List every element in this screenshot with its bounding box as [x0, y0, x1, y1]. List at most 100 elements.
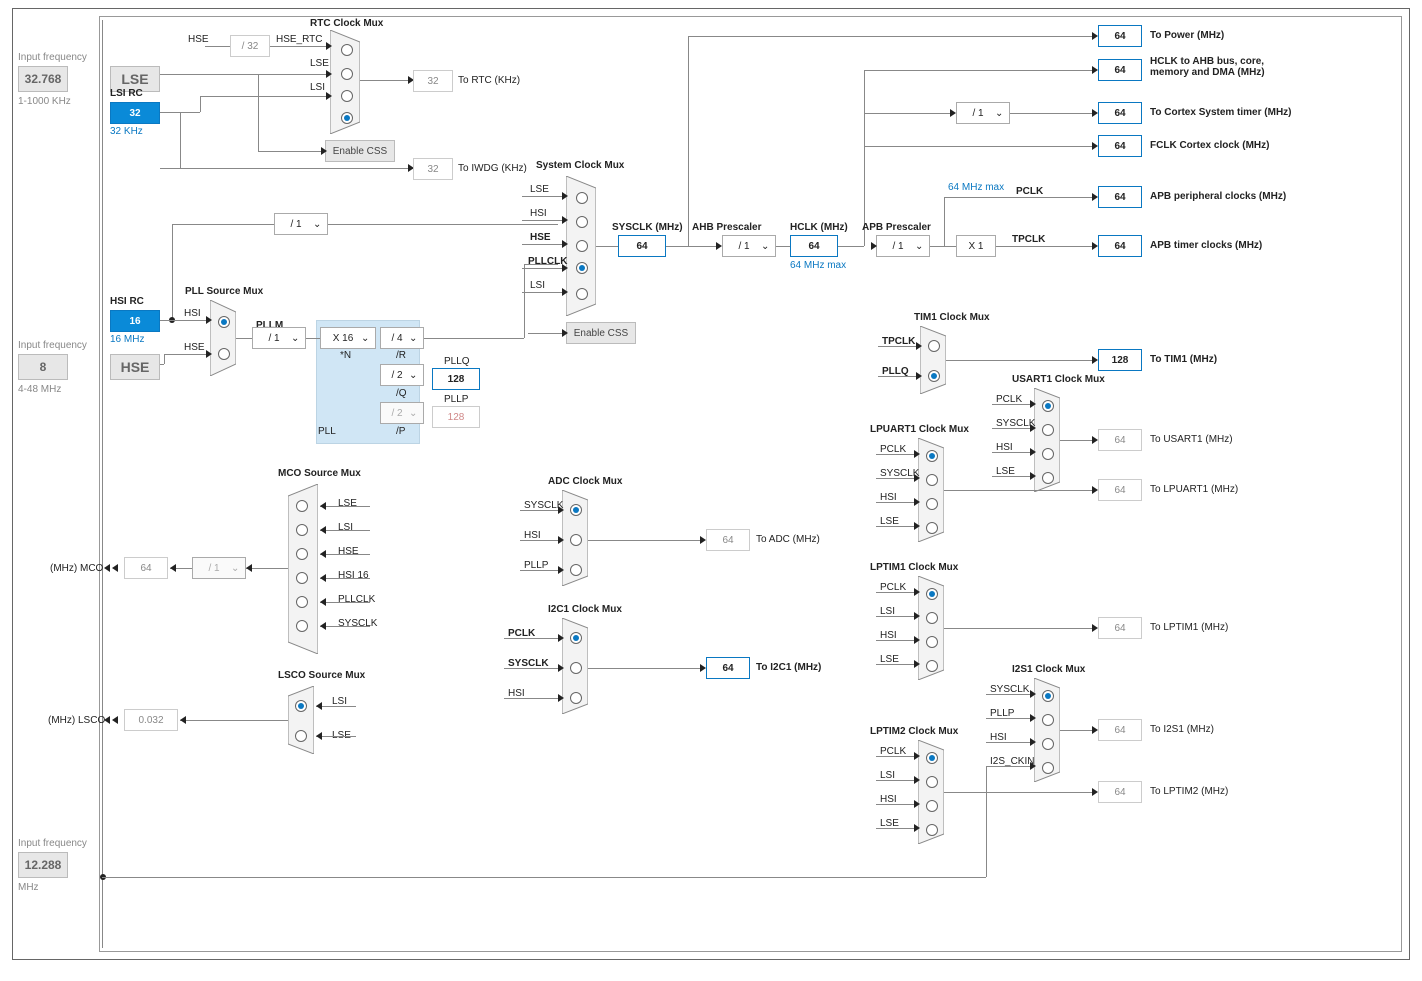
tim1-r2[interactable] — [928, 370, 940, 382]
i2c1-out: To I2C1 (MHz) — [756, 662, 821, 673]
tim1-r1[interactable] — [928, 340, 940, 352]
sys-r-hsi[interactable] — [576, 216, 588, 228]
rtc-radio-hse[interactable] — [341, 44, 353, 56]
osc-lsi-unit: 32 KHz — [110, 126, 143, 137]
pllq[interactable]: / 2⌄ — [380, 364, 424, 386]
adc-r2[interactable] — [570, 534, 582, 546]
pllr-lbl: /R — [396, 350, 406, 361]
adc-title: ADC Clock Mux — [548, 476, 622, 487]
sys-lsi: LSI — [530, 280, 545, 291]
out-ahb: 64 — [1098, 59, 1142, 81]
lptim1-r3[interactable] — [926, 636, 938, 648]
lptim1-r2[interactable] — [926, 612, 938, 624]
rtc-radio-lsi[interactable] — [341, 90, 353, 102]
rtc-radio-none[interactable] — [341, 112, 353, 124]
usart1-r2[interactable] — [1042, 424, 1054, 436]
i2s-freq-label: Input frequency — [18, 838, 87, 849]
tim1-title: TIM1 Clock Mux — [914, 312, 990, 323]
lsco-r2[interactable] — [295, 730, 307, 742]
pllq-lbl2: PLLQ — [444, 356, 470, 367]
sys-r-lsi[interactable] — [576, 288, 588, 300]
lsco-mux — [288, 686, 314, 754]
rtc-hse: HSE — [188, 34, 209, 45]
sys-r-pllclk[interactable] — [576, 262, 588, 274]
i2s1-r4[interactable] — [1042, 762, 1054, 774]
pllsrc-hsi: HSI — [184, 308, 201, 319]
lsco-out: (MHz) LSCO — [48, 715, 105, 726]
out-apbper: 64 — [1098, 186, 1142, 208]
hsidiv[interactable]: / 1⌄ — [274, 213, 328, 235]
mco-r1[interactable] — [296, 500, 308, 512]
i2s1-r2[interactable] — [1042, 714, 1054, 726]
usart1-val: 64 — [1098, 429, 1142, 451]
pclk-lbl: PCLK — [1016, 186, 1043, 197]
lsco-r1[interactable] — [295, 700, 307, 712]
pllq-out[interactable]: 128 — [432, 368, 480, 390]
ahb-sel[interactable]: / 1⌄ — [722, 235, 776, 257]
plln[interactable]: X 16⌄ — [320, 327, 376, 349]
hclk-lbl: HCLK (MHz) — [790, 222, 848, 233]
i2s-freq[interactable]: 12.288 — [18, 852, 68, 878]
usart1-r3[interactable] — [1042, 448, 1054, 460]
mco-r4[interactable] — [296, 572, 308, 584]
pllr[interactable]: / 4⌄ — [380, 327, 424, 349]
adc-val: 64 — [706, 529, 750, 551]
lpuart1-r1[interactable] — [926, 450, 938, 462]
lptim2-r2[interactable] — [926, 776, 938, 788]
mco-r6[interactable] — [296, 620, 308, 632]
mco-hse: HSE — [338, 546, 359, 557]
mco-lse: LSE — [338, 498, 357, 509]
mco-r2[interactable] — [296, 524, 308, 536]
sys-r-lse[interactable] — [576, 192, 588, 204]
sys-hse: HSE — [530, 232, 551, 243]
lse-freq[interactable]: 32.768 — [18, 66, 68, 92]
cortex-div[interactable]: / 1⌄ — [956, 102, 1010, 124]
i2c1-title: I2C1 Clock Mux — [548, 604, 622, 615]
sys-r-hse[interactable] — [576, 240, 588, 252]
mco-div[interactable]: / 1⌄ — [192, 557, 246, 579]
tim1-mux — [920, 326, 946, 394]
rtc-title: RTC Clock Mux — [310, 18, 383, 29]
apb-sel[interactable]: / 1⌄ — [876, 235, 930, 257]
osc-hse[interactable]: HSE — [110, 354, 160, 380]
adc-out: To ADC (MHz) — [756, 534, 820, 545]
usart1-r1[interactable] — [1042, 400, 1054, 412]
i2s1-val: 64 — [1098, 719, 1142, 741]
mco-r3[interactable] — [296, 548, 308, 560]
lptim2-r1[interactable] — [926, 752, 938, 764]
lptim2-r3[interactable] — [926, 800, 938, 812]
pllm[interactable]: / 1⌄ — [252, 327, 306, 349]
lptim1-r1[interactable] — [926, 588, 938, 600]
out-apbper-l: APB peripheral clocks (MHz) — [1150, 191, 1286, 202]
adc-r1[interactable] — [570, 504, 582, 516]
usart1-r4[interactable] — [1042, 472, 1054, 484]
i2c1-r2[interactable] — [570, 662, 582, 674]
hse-freq[interactable]: 8 — [18, 354, 68, 380]
ahb-title: AHB Prescaler — [692, 222, 761, 233]
lse-freq-label: Input frequency — [18, 52, 87, 63]
lptim2-r4[interactable] — [926, 824, 938, 836]
mco-lsi: LSI — [338, 522, 353, 533]
lptim1-r4[interactable] — [926, 660, 938, 672]
rtc-radio-lse[interactable] — [341, 68, 353, 80]
rtc-hsediv: / 32 — [230, 35, 270, 57]
pllp[interactable]: / 2⌄ — [380, 402, 424, 424]
pllsrc-radio-hsi[interactable] — [218, 316, 230, 328]
i2s1-r1[interactable] — [1042, 690, 1054, 702]
osc-hsi-unit: 16 MHz — [110, 334, 144, 345]
mco-r5[interactable] — [296, 596, 308, 608]
lptim1-title: LPTIM1 Clock Mux — [870, 562, 958, 573]
i2c1-r1[interactable] — [570, 632, 582, 644]
lpuart1-r4[interactable] — [926, 522, 938, 534]
lpuart1-r2[interactable] — [926, 474, 938, 486]
sys-css[interactable]: Enable CSS — [566, 322, 636, 344]
lpuart1-r3[interactable] — [926, 498, 938, 510]
rtc-css[interactable]: Enable CSS — [325, 140, 395, 162]
adc-r3[interactable] — [570, 564, 582, 576]
i2s1-r3[interactable] — [1042, 738, 1054, 750]
lsco-title: LSCO Source Mux — [278, 670, 365, 681]
pllsrc-radio-hse[interactable] — [218, 348, 230, 360]
i2c1-r3[interactable] — [570, 692, 582, 704]
apb-title: APB Prescaler — [862, 222, 931, 233]
lsco-val: 0.032 — [124, 709, 178, 731]
